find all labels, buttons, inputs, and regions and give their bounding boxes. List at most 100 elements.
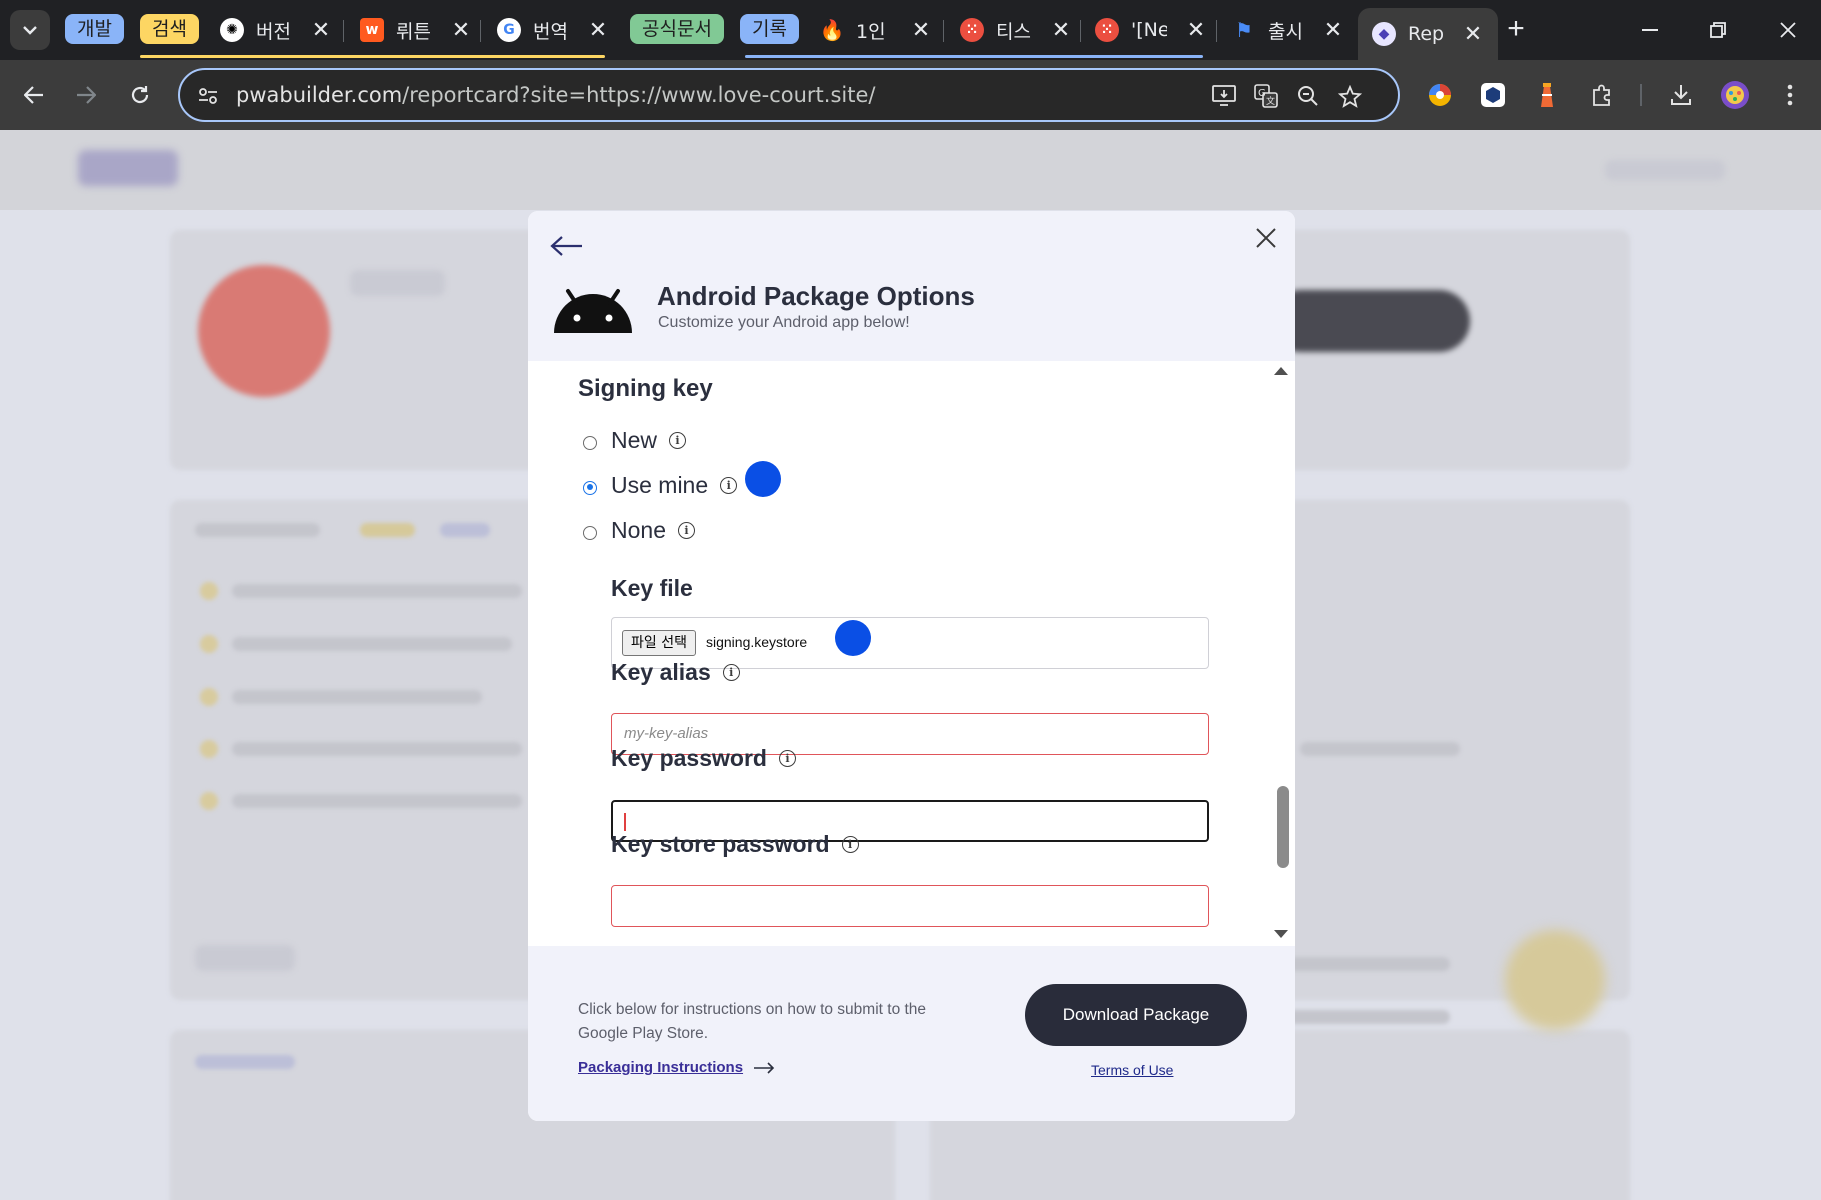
modal-subtitle: Customize your Android app below! [658,314,910,331]
site-info-icon[interactable] [194,82,222,110]
key-file-label-text: Key file [611,575,693,601]
tab-wrtn[interactable]: w 뤼튼 ✕ [360,8,472,52]
key-password-label: Key password i [611,745,796,772]
modal-header: Android Package Options Customize your A… [528,211,1295,361]
tab-divider [480,20,481,42]
blurred-star [200,688,218,706]
tab-openai[interactable]: ✺ 버전 ✕ [220,8,332,52]
close-icon[interactable]: ✕ [310,18,332,43]
tab-tistory[interactable]: ⁙ 티스 ✕ [960,8,1072,52]
tab-title: Rep [1408,23,1444,45]
cursor-marker-dot [835,620,871,656]
blurred-star [200,740,218,758]
signing-key-heading: Signing key [578,375,713,402]
scroll-down-arrow-icon[interactable] [1274,930,1288,938]
close-icon[interactable]: ✕ [587,18,609,43]
info-icon[interactable]: i [677,522,695,539]
tab-fire[interactable]: 🔥 1인 ✕ [820,8,932,52]
reload-icon[interactable] [120,75,160,115]
blurred-star [200,582,218,600]
app-name-blurred [350,270,445,296]
forward-icon[interactable] [66,75,106,115]
tab-divider [343,20,344,42]
back-arrow-icon[interactable] [550,233,584,259]
choose-file-button[interactable]: 파일 선택 [622,630,696,656]
tab-group-underline [140,55,605,58]
terms-of-use-link[interactable]: Terms of Use [1091,1062,1173,1078]
radio-use-mine[interactable] [583,480,597,495]
close-icon[interactable]: ✕ [1462,22,1484,47]
flag-icon: ⚑ [1235,18,1253,42]
modal-title: Android Package Options [657,281,975,311]
score-ring-blurred [1505,930,1605,1030]
downloads-icon[interactable] [1664,78,1698,112]
blurred-star [200,635,218,653]
info-icon[interactable]: i [720,477,738,494]
tab-google-translate[interactable]: G 번역 ✕ [497,8,609,52]
close-icon[interactable]: ✕ [1185,18,1207,43]
radio-option-new[interactable]: New i [583,427,687,454]
openai-icon: ✺ [220,18,244,42]
bookmark-star-icon[interactable] [1336,82,1364,110]
close-icon[interactable]: ✕ [910,18,932,43]
close-icon[interactable] [1253,225,1279,251]
package-button-blurred [1270,290,1470,352]
radio-option-use-mine[interactable]: Use mine i [583,472,738,499]
text-caret [624,813,626,831]
info-icon[interactable]: i [841,836,859,853]
blurred-line [232,637,512,651]
tab-group-dev[interactable]: 개발 [65,14,124,44]
tab-group-record[interactable]: 기록 [740,14,799,44]
cube-extension-icon[interactable] [1476,78,1510,112]
back-icon[interactable] [14,75,54,115]
translate-icon[interactable]: G文 [1252,82,1280,110]
zoom-icon[interactable] [1294,82,1322,110]
packaging-instructions-link[interactable]: Packaging Instructions [578,1059,775,1076]
tab-divider [1216,20,1217,42]
colorful-extension-icon[interactable] [1423,78,1457,112]
new-tab-plus-icon[interactable]: + [1500,14,1532,46]
key-alias-placeholder: my-key-alias [624,725,709,742]
address-bar[interactable]: pwabuilder.com/reportcard?site=https://w… [178,68,1400,122]
key-alias-label-text: Key alias [611,659,711,685]
tab-group-official-docs[interactable]: 공식문서 [630,14,724,44]
restore-icon[interactable] [1698,10,1738,50]
tab-launch[interactable]: ⚑ 출시 ✕ [1232,8,1344,52]
key-alias-label: Key alias i [611,659,740,686]
radio-option-none[interactable]: None i [583,517,695,544]
radio-none[interactable] [583,525,597,540]
key-store-password-input[interactable] [611,885,1209,927]
lighthouse-icon[interactable] [1530,78,1564,112]
tab-title: 버전 [256,20,291,43]
tab-tistory-2[interactable]: ⁙ '[Ne ✕ [1095,8,1207,52]
tab-pwabuilder-active[interactable]: ◆ Rep ✕ [1358,8,1498,60]
download-package-button[interactable]: Download Package [1025,984,1247,1046]
info-icon[interactable]: i [778,750,796,767]
install-app-icon[interactable] [1210,82,1238,110]
blurred-line [232,690,482,704]
tab-title: 뤼튼 [396,20,431,43]
tab-search-button[interactable] [10,10,50,50]
tab-title: 티스 [996,20,1031,43]
window-close-icon[interactable] [1768,10,1808,50]
close-icon[interactable]: ✕ [1322,18,1344,43]
android-package-modal: Android Package Options Customize your A… [528,211,1295,1121]
more-menu-icon[interactable] [1773,78,1807,112]
modal-scroll-body[interactable]: Signing key New i Use mine i None i Key … [528,361,1295,946]
extensions-puzzle-icon[interactable] [1585,78,1619,112]
fire-icon: 🔥 [819,18,845,42]
tab-group-search[interactable]: 검색 [140,14,199,44]
info-icon[interactable]: i [669,432,687,449]
close-icon[interactable]: ✕ [450,18,472,43]
close-icon[interactable]: ✕ [1050,18,1072,43]
minimize-icon[interactable] [1630,10,1670,50]
scrollbar-thumb[interactable] [1277,786,1289,868]
key-password-label-text: Key password [611,745,767,771]
avatar[interactable] [1718,78,1752,112]
blurred-line [232,794,522,808]
svg-text:G: G [1258,88,1266,99]
radio-new[interactable] [583,435,597,450]
info-icon[interactable]: i [722,664,740,681]
scroll-up-arrow-icon[interactable] [1274,367,1288,375]
key-file-label: Key file [611,575,693,602]
